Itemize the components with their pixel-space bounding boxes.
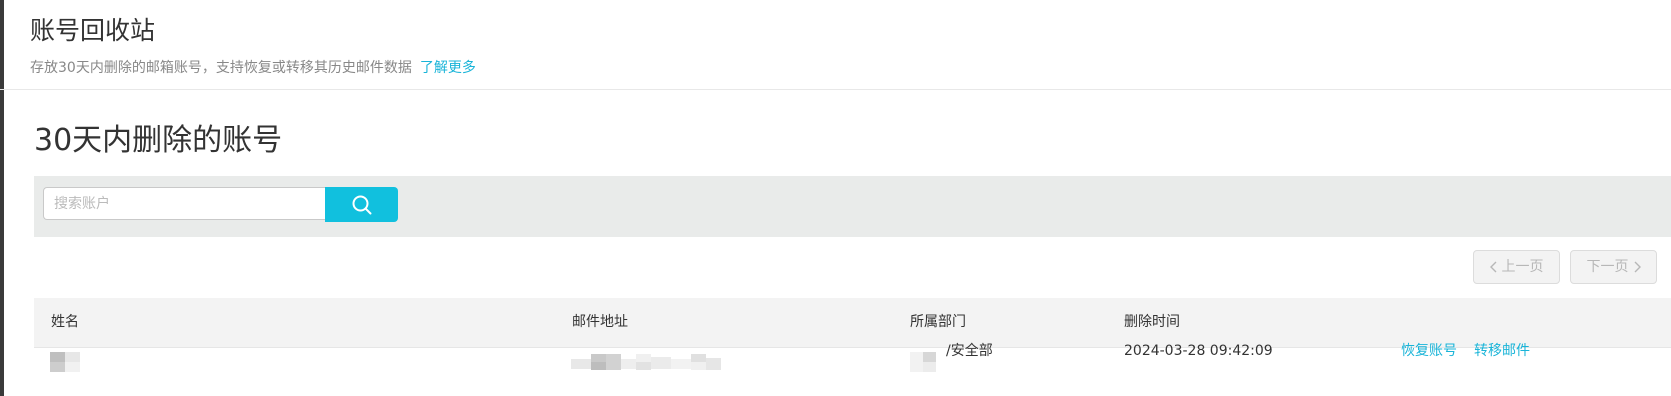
section-title: 30天内删除的账号 — [34, 123, 283, 158]
prev-page-button[interactable]: 上一页 — [1473, 250, 1560, 284]
search-button[interactable] — [325, 187, 398, 222]
learn-more-link[interactable]: 了解更多 — [420, 60, 476, 76]
blurred-department-prefix — [910, 352, 936, 372]
page-description: 存放30天内删除的邮箱账号，支持恢复或转移其历史邮件数据 了解更多 — [30, 58, 476, 78]
table-row: /安全部 2024-03-28 09:42:09 恢复账号 转移邮件 — [34, 343, 1671, 396]
search-bar — [34, 176, 1671, 237]
restore-account-link[interactable]: 恢复账号 — [1401, 341, 1457, 361]
department-cell: /安全部 — [946, 343, 993, 359]
page-description-text: 存放30天内删除的邮箱账号，支持恢复或转移其历史邮件数据 — [30, 60, 412, 76]
next-page-button[interactable]: 下一页 — [1570, 250, 1657, 284]
blurred-email — [571, 354, 721, 370]
column-header-department: 所属部门 — [910, 314, 966, 330]
page-title: 账号回收站 — [30, 16, 156, 45]
blurred-name — [50, 352, 80, 372]
search-input[interactable] — [43, 187, 325, 220]
chevron-right-icon — [1634, 261, 1641, 273]
prev-page-label: 上一页 — [1501, 259, 1544, 275]
column-header-deleted-time: 删除时间 — [1124, 314, 1180, 330]
search-icon — [352, 195, 371, 214]
column-header-email: 邮件地址 — [572, 314, 628, 330]
page-header: 账号回收站 存放30天内删除的邮箱账号，支持恢复或转移其历史邮件数据 了解更多 — [0, 0, 1671, 90]
chevron-left-icon — [1489, 261, 1496, 273]
transfer-mail-link[interactable]: 转移邮件 — [1474, 341, 1530, 361]
column-header-name: 姓名 — [51, 314, 79, 330]
deleted-time-cell: 2024-03-28 09:42:09 — [1124, 343, 1273, 359]
next-page-label: 下一页 — [1586, 259, 1629, 275]
